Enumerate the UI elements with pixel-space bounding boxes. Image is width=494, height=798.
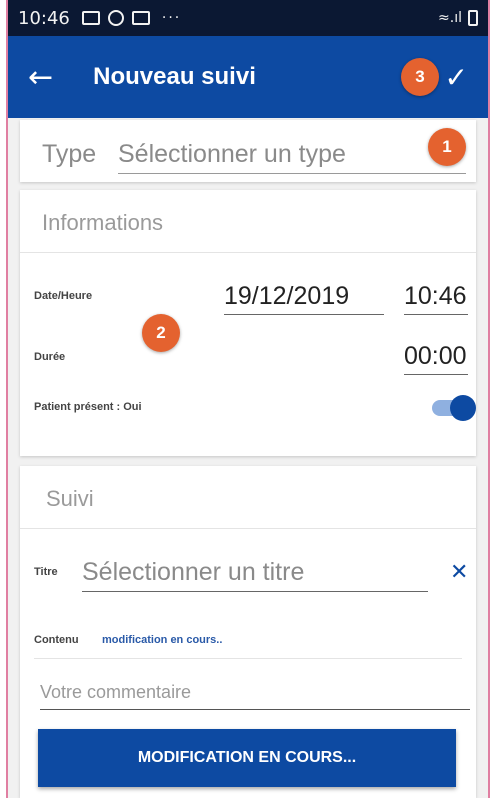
- type-card: Type Sélectionner un type: [20, 120, 476, 182]
- gallery-icon: [81, 11, 100, 25]
- type-select[interactable]: Sélectionner un type: [118, 140, 466, 174]
- content-value: modification en cours..: [102, 634, 223, 646]
- status-right: ≈.ıl: [438, 10, 478, 26]
- toggle-knob: [450, 395, 476, 421]
- suivi-header: Suivi: [46, 486, 94, 511]
- document-icon: [131, 11, 150, 25]
- phone-screen: 10:46 ··· ≈.ıl ← Nouveau suivi ✓ 3 Type …: [6, 0, 490, 798]
- informations-header: Informations: [42, 210, 164, 235]
- status-bar: 10:46 ··· ≈.ıl: [8, 0, 488, 36]
- annotation-badge-1: 1: [428, 128, 466, 166]
- title-label: Titre: [34, 566, 58, 578]
- patient-present-toggle[interactable]: [432, 395, 476, 421]
- informations-card: Informations Date/Heure 19/12/2019 10:46…: [20, 190, 476, 456]
- content-divider: [34, 658, 462, 659]
- annotation-badge-2: 2: [142, 314, 180, 352]
- date-time-label: Date/Heure: [34, 290, 93, 302]
- card-divider: [20, 252, 476, 253]
- content-label: Contenu: [34, 634, 79, 646]
- clear-title-icon[interactable]: ✕: [450, 560, 468, 585]
- card-divider: [20, 528, 476, 529]
- annotation-badge-3: 3: [401, 58, 439, 96]
- patient-present-label: Patient présent : Oui: [34, 401, 142, 413]
- duration-field[interactable]: 00:00: [404, 342, 468, 375]
- back-arrow-icon[interactable]: ←: [28, 60, 53, 95]
- modification-button[interactable]: MODIFICATION EN COURS...: [38, 729, 456, 787]
- more-notifications-icon: ···: [161, 10, 182, 26]
- at-icon: [107, 10, 124, 26]
- confirm-check-icon[interactable]: ✓: [445, 61, 468, 94]
- battery-icon: [468, 10, 478, 26]
- page-title: Nouveau suivi: [93, 63, 256, 90]
- type-label: Type: [42, 140, 97, 168]
- comment-input[interactable]: Votre commentaire: [40, 682, 470, 710]
- title-select[interactable]: Sélectionner un titre: [82, 558, 428, 592]
- date-field[interactable]: 19/12/2019: [224, 282, 384, 315]
- time-field[interactable]: 10:46: [404, 282, 468, 315]
- signal-icon: ≈.ıl: [438, 10, 462, 26]
- status-time: 10:46: [18, 7, 70, 29]
- duration-label: Durée: [34, 351, 66, 363]
